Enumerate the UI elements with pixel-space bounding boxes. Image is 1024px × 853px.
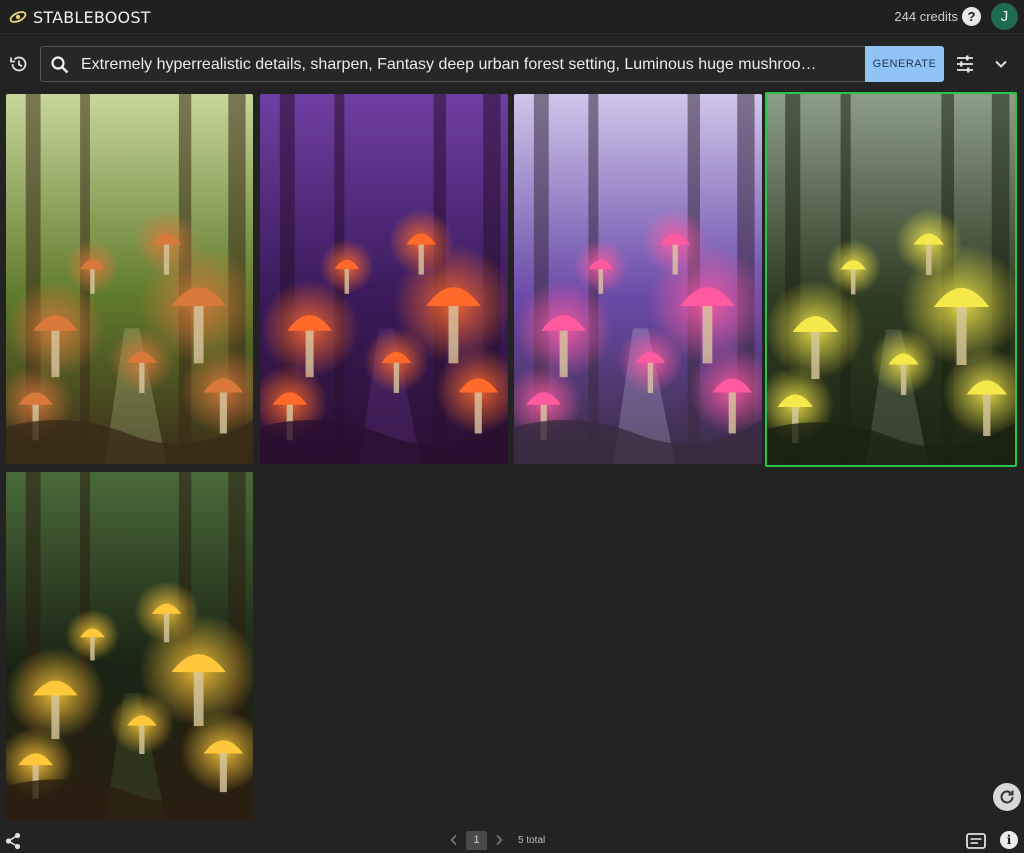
prompt-input[interactable]: Extremely hyperrealistic details, sharpe… [81, 56, 861, 74]
image-thumbnail [260, 94, 508, 464]
stableboost-logo-icon [9, 11, 27, 23]
credits-count: 244 credits [894, 9, 958, 24]
image-thumbnail [6, 94, 253, 464]
chevron-right-icon[interactable] [494, 834, 504, 846]
user-avatar[interactable]: J [991, 3, 1018, 30]
brand-name: STABLEBOOST [33, 7, 151, 27]
history-icon[interactable] [9, 54, 29, 74]
gallery-image[interactable] [765, 92, 1017, 467]
gallery-image[interactable] [260, 94, 508, 464]
gallery-image[interactable] [514, 94, 762, 464]
prompt-search-bar[interactable]: Extremely hyperrealistic details, sharpe… [40, 46, 944, 82]
image-thumbnail [765, 92, 1017, 467]
search-icon [51, 56, 69, 74]
image-thumbnail [6, 472, 253, 821]
question-circle-icon[interactable]: ? [962, 7, 981, 26]
info-icon[interactable]: i [1000, 831, 1018, 849]
generate-button[interactable]: GENERATE [865, 46, 944, 82]
sliders-settings-icon[interactable] [955, 55, 975, 73]
gallery-image[interactable] [6, 472, 253, 821]
brand-logo[interactable]: STABLEBOOST [8, 7, 151, 27]
chevron-left-icon[interactable] [449, 834, 459, 846]
top-bar: STABLEBOOST 244 credits ? J [0, 0, 1024, 34]
bottom-bar: 1 5 total i [0, 828, 1024, 853]
chevron-down-icon[interactable] [993, 57, 1009, 71]
caption-icon[interactable] [966, 833, 986, 849]
gallery-image[interactable] [6, 94, 253, 464]
current-page[interactable]: 1 [466, 831, 487, 850]
image-thumbnail [514, 94, 762, 464]
refresh-icon [1000, 790, 1014, 804]
refresh-button[interactable] [993, 783, 1021, 811]
share-icon[interactable] [5, 832, 21, 850]
total-count: 5 total [518, 835, 546, 846]
